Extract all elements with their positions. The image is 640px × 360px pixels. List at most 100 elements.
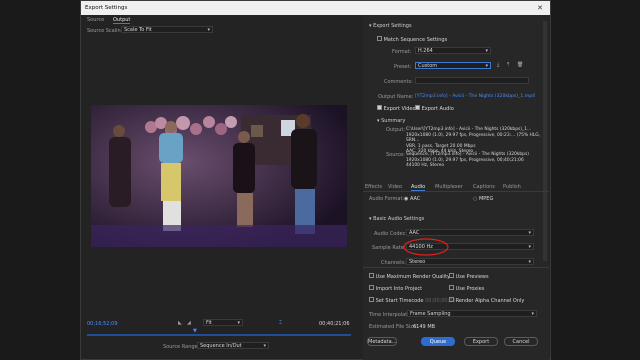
chevron-down-icon: ▾	[485, 48, 488, 54]
match-sequence-label: Match Sequence Settings	[383, 37, 448, 43]
in-time-readout: 00;16;52;09	[87, 321, 118, 327]
checkbox-box	[449, 297, 454, 302]
export-settings-window: Export Settings ✕ Source Output Source S…	[80, 0, 551, 360]
import-into-project-label: Import Into Project	[375, 286, 423, 292]
close-button[interactable]: ✕	[530, 1, 550, 15]
use-max-render-checkbox[interactable]: Use Maximum Render Quality	[369, 273, 450, 280]
set-in-point-icon[interactable]: ◣	[178, 320, 182, 326]
source-range-label: Source Range:	[163, 344, 200, 350]
export-audio-checkbox[interactable]: Export Audio	[415, 105, 454, 112]
metadata-button[interactable]: Metadata...	[367, 337, 397, 346]
source-scaling-label: Source Scaling	[87, 28, 124, 34]
out-time-readout: 00;40;21;06	[319, 321, 350, 327]
summary-output-line: 1920x1080 (1.0), 29.97 fps, Progressive,…	[406, 132, 541, 144]
queue-button[interactable]: Queue	[421, 337, 455, 346]
cancel-button[interactable]: Cancel	[504, 337, 538, 346]
window-title: Export Settings	[85, 5, 128, 11]
tab-source[interactable]: Source	[87, 17, 104, 23]
chevron-down-icon: ▾	[528, 259, 531, 265]
audio-codec-select[interactable]: AAC ▾	[406, 229, 534, 236]
checkbox-box	[415, 105, 420, 110]
export-video-label: Export Video	[383, 106, 416, 112]
checkbox-box	[369, 273, 374, 278]
settings-tabs: Effects Video Audio Multiplexer Captions…	[363, 182, 549, 192]
tab-audio[interactable]: Audio	[411, 184, 426, 191]
set-out-point-icon[interactable]: ◢	[187, 320, 191, 326]
render-alpha-checkbox[interactable]: Render Alpha Channel Only	[449, 297, 524, 304]
source-range-value: Sequence In/Out	[200, 343, 242, 349]
export-video-checkbox[interactable]: Export Video	[377, 105, 416, 112]
crop-icon[interactable]: ⌶	[279, 320, 282, 326]
audio-format-aac-radio[interactable]: ◉ AAC	[404, 196, 420, 202]
chevron-down-icon: ▾	[528, 244, 531, 250]
set-start-timecode-checkbox[interactable]: Set Start Timecode 00;00;00;00	[369, 297, 456, 304]
playhead-icon[interactable]: ▼	[193, 328, 197, 334]
comments-label: Comments:	[384, 79, 413, 85]
comments-input[interactable]	[415, 77, 529, 84]
source-scaling-value: Scale To Fit	[124, 27, 152, 33]
summary-source-line: Sequence, [YT2mp3.info] - Avicii - The N…	[406, 152, 529, 157]
checkbox-box	[377, 105, 382, 110]
use-previews-label: Use Previews	[455, 274, 489, 280]
basic-audio-header[interactable]: ▾ Basic Audio Settings	[369, 216, 424, 222]
import-into-project-checkbox[interactable]: Import Into Project	[369, 285, 422, 292]
audio-format-mpeg-radio[interactable]: ○ MPEG	[473, 196, 493, 202]
render-alpha-label: Render Alpha Channel Only	[455, 298, 525, 304]
format-select[interactable]: H.264 ▾	[415, 47, 491, 54]
checkbox-box	[377, 36, 382, 41]
summary-header[interactable]: ▾ Summary	[377, 118, 405, 124]
import-preset-icon[interactable]: ⤒	[507, 62, 509, 68]
tab-captions[interactable]: Captions	[473, 184, 495, 190]
time-interpolation-value: Frame Sampling	[410, 311, 451, 317]
chevron-down-icon: ▾	[485, 63, 488, 69]
background-app-left	[0, 0, 80, 360]
checkbox-box	[449, 285, 454, 290]
summary-output-label: Output:	[386, 127, 406, 133]
chevron-down-icon: ▾	[528, 230, 531, 236]
channels-value: Stereo	[409, 259, 426, 265]
time-interpolation-select[interactable]: Frame Sampling ▾	[407, 310, 537, 317]
tab-video[interactable]: Video	[388, 184, 402, 190]
background-app-right	[551, 0, 640, 360]
export-settings-header[interactable]: ▾ Export Settings	[369, 23, 412, 29]
summary-source-label: Source:	[386, 152, 405, 158]
summary-header-label: Summary	[381, 118, 406, 124]
tab-output[interactable]: Output	[113, 17, 131, 24]
timeline-bar[interactable]	[87, 334, 351, 336]
title-bar: Export Settings	[81, 1, 550, 15]
preset-select[interactable]: Custom ▾	[415, 62, 491, 69]
video-frame-image	[91, 105, 347, 247]
use-max-render-label: Use Maximum Render Quality	[375, 274, 451, 280]
chevron-down-icon: ▾	[207, 27, 210, 33]
aac-label: AAC	[409, 196, 421, 202]
output-name-link[interactable]: [YT2mp3.info] - Avicii - The Nights (320…	[415, 94, 535, 99]
channels-select[interactable]: Stereo ▾	[406, 258, 534, 265]
export-audio-label: Export Audio	[421, 106, 454, 112]
export-button[interactable]: Export	[464, 337, 498, 346]
match-sequence-checkbox[interactable]: Match Sequence Settings	[377, 36, 447, 43]
summary-source-line: 44100 Hz, Stereo	[406, 163, 445, 169]
chevron-down-icon: ▾	[263, 343, 266, 349]
chevron-down-icon: ▾	[531, 311, 534, 317]
summary-output-text: C:\User\[YT2mp3.info] - Avicii - The Nig…	[406, 127, 546, 155]
annotation-circle	[403, 238, 449, 256]
basic-audio-header-label: Basic Audio Settings	[373, 216, 425, 222]
source-scaling-select[interactable]: Scale To Fit ▾	[121, 26, 213, 33]
use-proxies-checkbox[interactable]: Use Proxies	[449, 285, 484, 292]
divider	[363, 267, 549, 268]
preset-value: Custom	[418, 63, 438, 69]
export-settings-header-label: Export Settings	[373, 23, 412, 29]
delete-preset-icon[interactable]: 🗑	[517, 62, 523, 68]
tab-publish[interactable]: Publish	[503, 184, 521, 190]
use-proxies-label: Use Proxies	[455, 286, 485, 292]
summary-source-text: Sequence, [YT2mp3.info] - Avicii - The N…	[406, 152, 546, 169]
use-previews-checkbox[interactable]: Use Previews	[449, 273, 489, 280]
tab-effects[interactable]: Effects	[365, 184, 382, 190]
output-name-label: Output Name:	[378, 94, 414, 100]
save-preset-icon[interactable]: ⤓	[497, 62, 499, 68]
source-range-select[interactable]: Sequence In/Out ▾	[197, 342, 269, 349]
format-label: Format:	[392, 49, 412, 55]
chevron-down-icon: ▾	[237, 320, 240, 326]
tab-multiplexer[interactable]: Multiplexer	[435, 184, 463, 190]
zoom-select[interactable]: Fit ▾	[203, 319, 243, 326]
